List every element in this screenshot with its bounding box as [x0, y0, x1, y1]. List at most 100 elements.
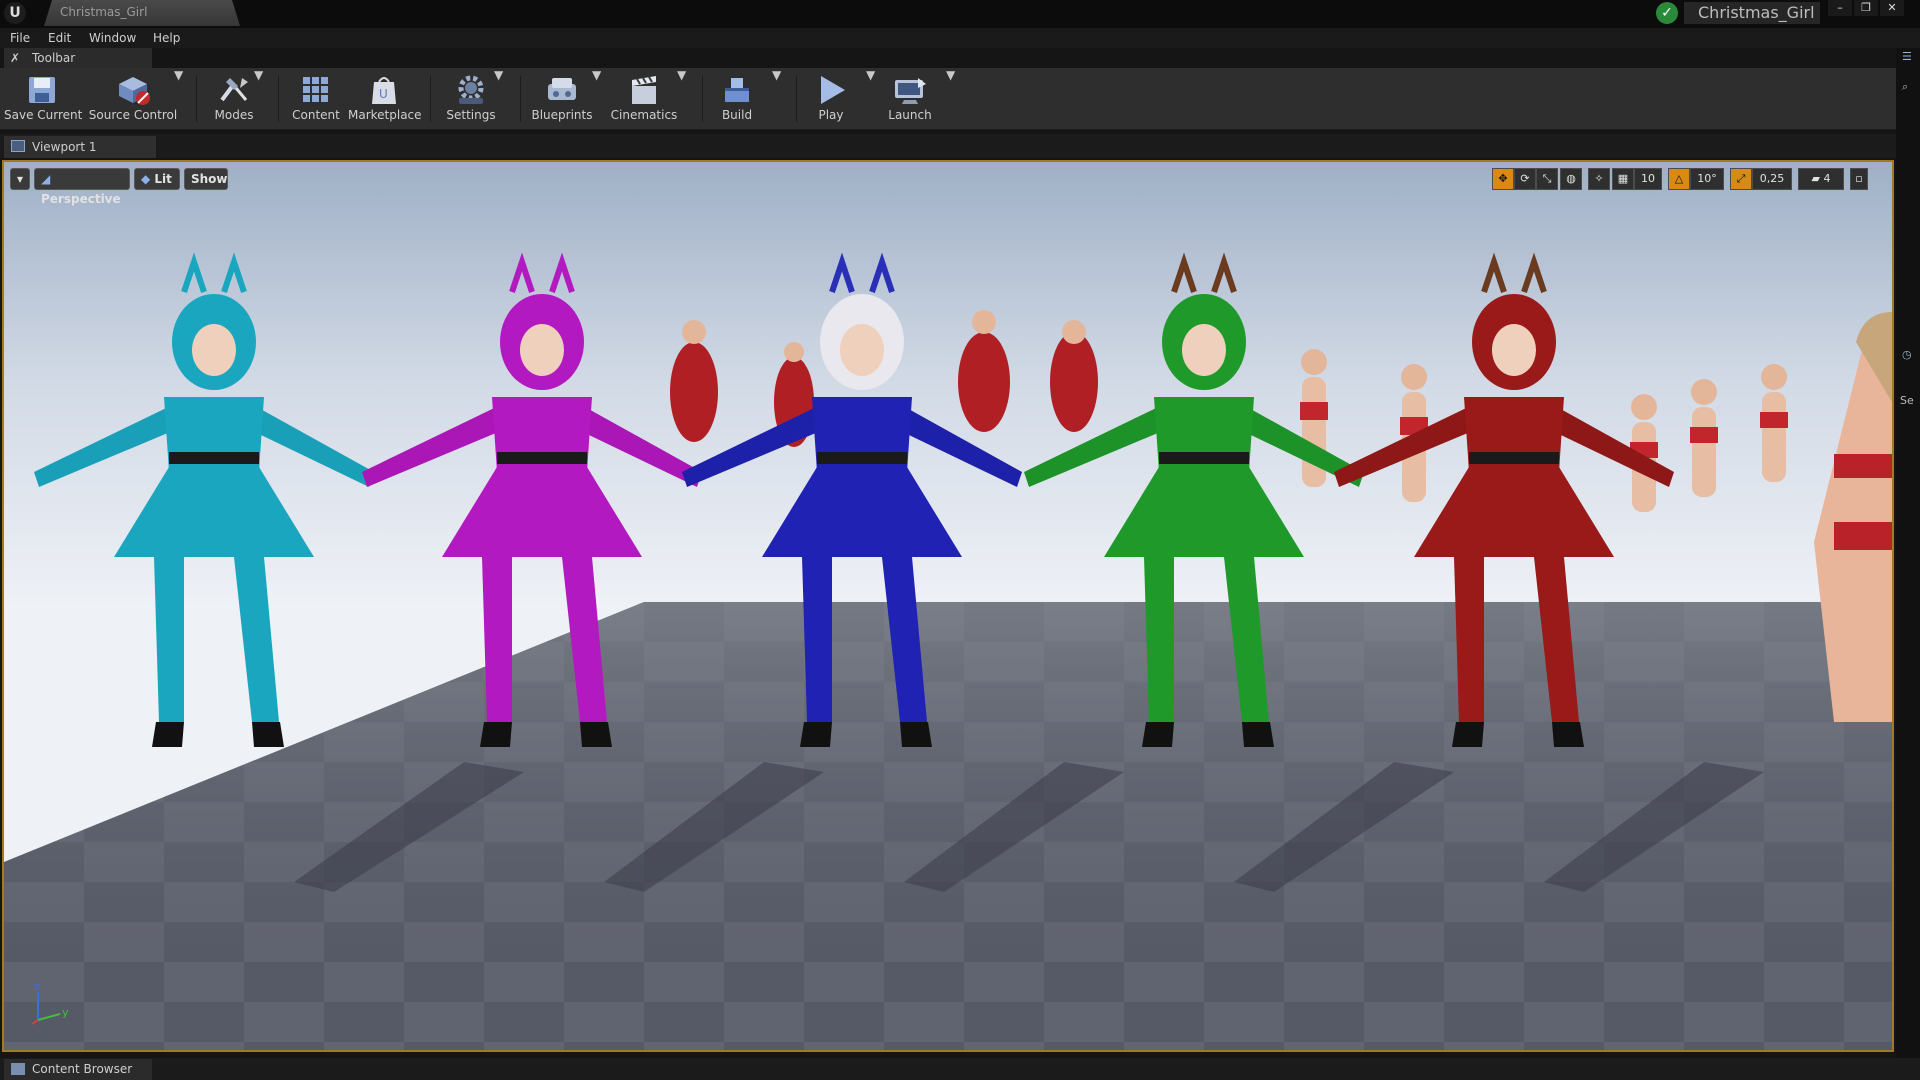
- menu-edit[interactable]: Edit: [48, 31, 71, 45]
- world-outliner-icon[interactable]: ◷: [1902, 348, 1914, 361]
- restore-button[interactable]: ❐: [1854, 0, 1878, 16]
- play-dropdown-icon[interactable]: ▼: [866, 68, 875, 82]
- play-button[interactable]: Play: [804, 68, 858, 130]
- blueprints-dropdown-icon[interactable]: ▼: [592, 68, 601, 82]
- grid-snap-label: 10: [1641, 172, 1655, 185]
- svg-text:U: U: [379, 87, 388, 101]
- toolbar-separator: [702, 76, 703, 122]
- play-label: Play: [818, 108, 844, 122]
- grid-snap-toggle[interactable]: ▦: [1612, 168, 1634, 190]
- viewport-tab[interactable]: Viewport 1: [4, 136, 156, 158]
- content-label: Content: [292, 108, 340, 122]
- blueprints-label: Blueprints: [531, 108, 593, 122]
- document-tab[interactable]: Christmas_Girl: [44, 0, 240, 26]
- launch-label: Launch: [888, 108, 932, 122]
- camera-speed-label: 4: [1823, 172, 1831, 185]
- show-button[interactable]: Show: [184, 168, 228, 190]
- scale-snap-toggle[interactable]: ⤢: [1730, 168, 1752, 190]
- right-side-panel: ☰ ⌕ ◷ Se: [1896, 48, 1920, 1080]
- move-icon: ✥: [1498, 172, 1508, 185]
- modes-dropdown-icon[interactable]: ▼: [254, 68, 263, 82]
- rotation-snap-toggle[interactable]: △: [1668, 168, 1690, 190]
- blueprints-button[interactable]: Blueprints: [528, 68, 596, 130]
- marketplace-label: Marketplace: [348, 108, 422, 122]
- settings-dropdown-icon[interactable]: ▼: [494, 68, 503, 82]
- launch-dropdown-icon[interactable]: ▼: [946, 68, 955, 82]
- build-button[interactable]: Build: [710, 68, 764, 130]
- scale-snap-icon: ⤢: [1736, 172, 1746, 185]
- toolbar-separator: [520, 76, 521, 122]
- camera-speed-button[interactable]: ▰ 4: [1798, 168, 1844, 190]
- menu-help[interactable]: Help: [153, 31, 180, 45]
- cinematics-dropdown-icon[interactable]: ▼: [677, 68, 686, 82]
- rotation-snap-value[interactable]: 10°: [1690, 168, 1724, 190]
- search-icon[interactable]: ⌕: [1902, 80, 1914, 93]
- surface-snap-icon: ✧: [1594, 172, 1604, 185]
- lit-sphere-icon: ◆: [141, 172, 155, 186]
- lit-button[interactable]: ◆ Lit: [134, 168, 180, 190]
- source-control-icon: [115, 74, 151, 106]
- source-control-button[interactable]: Source Control: [86, 68, 180, 130]
- scale-tool-button[interactable]: ⤡: [1536, 168, 1558, 190]
- menu-window[interactable]: Window: [89, 31, 136, 45]
- source-control-label: Source Control: [88, 108, 178, 122]
- build-dropdown-icon[interactable]: ▼: [772, 68, 781, 82]
- toolbar-separator: [278, 76, 279, 122]
- globe-icon: ◍: [1566, 172, 1576, 185]
- surface-snapping-button[interactable]: ✧: [1588, 168, 1610, 190]
- build-label: Build: [721, 108, 753, 122]
- toolbar-separator: [196, 76, 197, 122]
- perspective-button[interactable]: ◢ Perspective: [34, 168, 130, 206]
- save-current-button[interactable]: Save Current: [4, 68, 83, 130]
- viewport-icon: [11, 140, 25, 152]
- rotate-tool-button[interactable]: ⟳: [1514, 168, 1536, 190]
- minimize-button[interactable]: –: [1828, 0, 1852, 16]
- launch-button[interactable]: Launch: [882, 68, 938, 130]
- menu-bar: File Edit Window Help: [0, 28, 1920, 48]
- scale-snap-label: 0,25: [1759, 172, 1785, 185]
- viewport-options-dropdown[interactable]: ▾: [10, 168, 30, 190]
- toolbar-separator: [796, 76, 797, 122]
- content-button[interactable]: Content: [286, 68, 346, 130]
- content-browser-tab[interactable]: Content Browser: [4, 1059, 152, 1080]
- cinematics-button[interactable]: Cinematics: [608, 68, 680, 130]
- menu-file[interactable]: File: [10, 31, 30, 45]
- save-current-label: Save Current: [4, 108, 83, 122]
- perspective-icon: ◢: [41, 172, 51, 186]
- scale-icon: ⤡: [1542, 172, 1552, 185]
- translate-tool-button[interactable]: ✥: [1492, 168, 1514, 190]
- content-browser-label: Content Browser: [32, 1062, 133, 1076]
- project-name: Christmas_Girl: [1684, 2, 1820, 24]
- blueprints-icon: [544, 74, 580, 106]
- clapperboard-icon: [626, 74, 662, 106]
- content-browser-bar: Content Browser: [0, 1058, 1920, 1080]
- rotation-snap-icon: △: [1674, 172, 1684, 185]
- show-label: Show: [191, 172, 228, 186]
- camera-icon: ▰: [1811, 172, 1824, 185]
- source-control-dropdown-icon[interactable]: ▼: [174, 68, 183, 82]
- title-bar: U Christmas_Girl ✓ Christmas_Girl – ❐ ✕: [0, 0, 1920, 28]
- rotation-snap-label: 10°: [1697, 172, 1717, 185]
- settings-label: Settings: [446, 108, 496, 122]
- viewport-tab-bar: Viewport 1: [0, 134, 1896, 158]
- close-button[interactable]: ✕: [1880, 0, 1904, 16]
- modes-icon: [216, 74, 252, 106]
- toolbar-tab[interactable]: ✗ Toolbar: [4, 48, 152, 68]
- grid-snap-value[interactable]: 10: [1634, 168, 1662, 190]
- source-control-status-icon[interactable]: ✓: [1656, 2, 1678, 24]
- document-tab-label: Christmas_Girl: [60, 5, 148, 19]
- marketplace-button[interactable]: U Marketplace: [348, 68, 422, 130]
- settings-gear-icon: [453, 74, 489, 106]
- save-icon: [24, 74, 60, 106]
- scene-render[interactable]: z y: [4, 162, 1892, 1050]
- maximize-viewport-button[interactable]: ▫: [1850, 168, 1868, 190]
- coordinate-system-button[interactable]: ◍: [1560, 168, 1582, 190]
- cinematics-label: Cinematics: [610, 108, 678, 122]
- axis-y-label: y: [62, 1006, 69, 1019]
- level-viewport[interactable]: z y ▾ ◢ Perspective ◆ Lit Show ✥ ⟳ ⤡ ◍ ✧…: [2, 160, 1894, 1052]
- modes-label: Modes: [214, 108, 254, 122]
- details-icon[interactable]: ☰: [1902, 50, 1914, 63]
- scale-snap-value[interactable]: 0,25: [1752, 168, 1792, 190]
- build-blocks-icon: [719, 74, 755, 106]
- content-browser-icon: [11, 1063, 25, 1075]
